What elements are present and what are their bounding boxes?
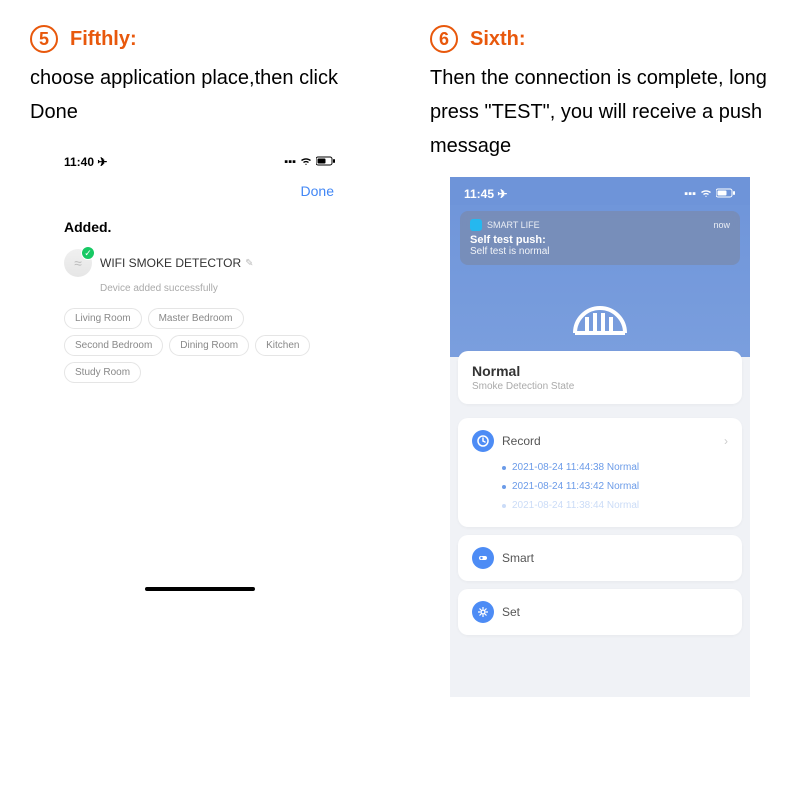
record-item: 2021-08-24 11:43:42 Normal [502, 477, 728, 496]
record-list: 2021-08-24 11:44:38 Normal 2021-08-24 11… [472, 452, 728, 515]
cards-area: Normal Smoke Detection State Record › 20… [450, 357, 750, 697]
alarm-icon [450, 265, 750, 355]
statusbar: 11:45 ✈ ▪▪▪ [450, 177, 750, 205]
set-card[interactable]: Set [458, 589, 742, 635]
notif-body: Self test is normal [470, 246, 730, 257]
chip-kitchen[interactable]: Kitchen [255, 335, 310, 356]
battery-icon [316, 156, 336, 169]
push-notification[interactable]: SMART LIFE now Self test push: Self test… [460, 211, 740, 265]
chip-second-bedroom[interactable]: Second Bedroom [64, 335, 163, 356]
step5-badge: 5 [30, 25, 58, 53]
record-label: Record [502, 434, 716, 448]
status-sub: Smoke Detection State [472, 381, 728, 392]
done-button[interactable]: Done [301, 183, 334, 199]
signal-icon: ▪▪▪ [684, 188, 696, 200]
status-card: Normal Smoke Detection State [458, 351, 742, 404]
left-phone: 11:40 ✈ ▪▪▪ Done Added. ≈ ✓ WIFI SMOKE D… [50, 149, 350, 591]
status-icons: ▪▪▪ [284, 156, 336, 169]
device-sub: Device added successfully [50, 283, 350, 304]
room-chips: Living Room Master Bedroom Second Bedroo… [50, 304, 350, 387]
step5-column: 5 Fifthly: choose application place,then… [30, 25, 370, 775]
notif-app-name: SMART LIFE [487, 220, 540, 230]
chip-dining-room[interactable]: Dining Room [169, 335, 249, 356]
chip-study-room[interactable]: Study Room [64, 362, 141, 383]
wifi-icon [300, 156, 312, 169]
device-icon: ≈ ✓ [64, 249, 92, 277]
record-item: 2021-08-24 11:38:44 Normal [502, 496, 728, 515]
wifi-icon [700, 188, 712, 201]
status-icons: ▪▪▪ [684, 188, 736, 201]
right-phone: 11:45 ✈ ▪▪▪ SMART LIFE now [450, 177, 750, 697]
set-label: Set [502, 605, 728, 619]
gear-icon [472, 601, 494, 623]
record-item: 2021-08-24 11:44:38 Normal [502, 458, 728, 477]
clock-icon [472, 430, 494, 452]
device-name: WIFI SMOKE DETECTOR ✎ [100, 256, 254, 270]
status-title: Normal [472, 363, 728, 379]
step6-desc: Then the connection is complete, long pr… [430, 61, 770, 163]
step6-column: 6 Sixth: Then the connection is complete… [430, 25, 770, 775]
step5-title: Fifthly: [70, 28, 137, 51]
chip-living-room[interactable]: Living Room [64, 308, 142, 329]
chip-master-bedroom[interactable]: Master Bedroom [148, 308, 244, 329]
step5-desc: choose application place,then click Done [30, 61, 370, 129]
battery-icon [716, 188, 736, 201]
added-heading: Added. [50, 203, 350, 243]
statusbar: 11:40 ✈ ▪▪▪ [50, 149, 350, 173]
smart-card[interactable]: Smart [458, 535, 742, 581]
home-indicator [145, 587, 255, 591]
chevron-right-icon: › [724, 434, 728, 448]
notif-time: now [713, 220, 730, 230]
status-time: 11:40 ✈ [64, 155, 107, 169]
device-header-area: 11:45 ✈ ▪▪▪ SMART LIFE now [450, 177, 750, 369]
status-time: 11:45 ✈ [464, 187, 507, 201]
edit-icon[interactable]: ✎ [245, 258, 253, 269]
check-icon: ✓ [81, 246, 95, 260]
signal-icon: ▪▪▪ [284, 156, 296, 168]
device-row: ≈ ✓ WIFI SMOKE DETECTOR ✎ [50, 243, 350, 283]
notif-app-icon [470, 219, 482, 231]
record-card[interactable]: Record › 2021-08-24 11:44:38 Normal 2021… [458, 418, 742, 527]
toggle-icon [472, 547, 494, 569]
smart-label: Smart [502, 551, 728, 565]
step6-badge: 6 [430, 25, 458, 53]
notif-title: Self test push: [470, 234, 730, 246]
step6-title: Sixth: [470, 28, 526, 51]
